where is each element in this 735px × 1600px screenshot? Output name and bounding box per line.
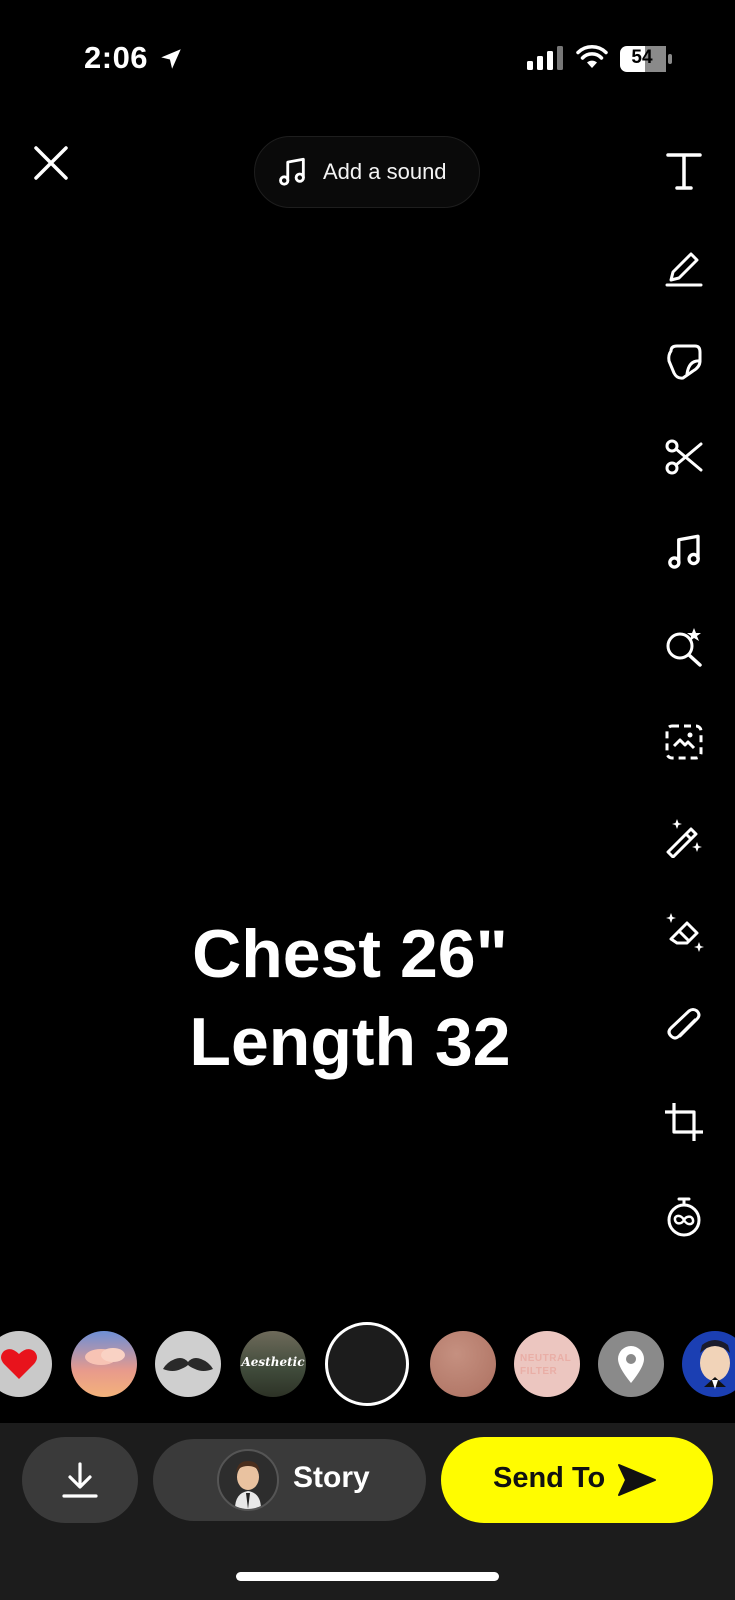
- download-icon: [62, 1462, 98, 1498]
- mustache-icon: [163, 1358, 213, 1371]
- heart-icon: [1, 1349, 37, 1379]
- lens-mustache[interactable]: [155, 1331, 221, 1397]
- text-icon: [666, 153, 702, 190]
- lens-search-icon: [666, 628, 702, 667]
- cloud-icon: [85, 1348, 125, 1365]
- avatar-icon: [235, 1461, 261, 1509]
- neutral-filter-text-2: FILTER: [520, 1366, 558, 1377]
- send-to-label: Send To: [493, 1462, 606, 1494]
- send-arrow-icon: [618, 1464, 656, 1496]
- sticker-icon: [667, 344, 702, 380]
- draw-tool-button[interactable]: [661, 244, 707, 290]
- scissors-icon: [665, 439, 703, 475]
- neutral-filter-text-1: NEUTRAL: [520, 1353, 572, 1364]
- magic-wand-icon: [666, 819, 702, 858]
- scan-tool-button[interactable]: [661, 719, 707, 765]
- lens-capture-ring[interactable]: [325, 1322, 409, 1406]
- cartoon-face-icon: [700, 1340, 730, 1389]
- timer-icon: [667, 1197, 701, 1237]
- save-download-button[interactable]: [22, 1437, 138, 1523]
- aesthetic-lens-text: Aesthetic: [241, 1355, 305, 1369]
- paperclip-icon: [667, 1008, 701, 1040]
- eraser-tool-button[interactable]: [661, 909, 707, 955]
- music-icon: [668, 534, 700, 569]
- battery-level: 54: [631, 47, 653, 68]
- status-bar: 2:06 54: [0, 0, 735, 120]
- attach-link-tool-button[interactable]: [661, 1004, 707, 1050]
- crop-tool-button[interactable]: [661, 1099, 707, 1145]
- caption-text[interactable]: Chest 26" Length 32: [150, 910, 550, 1086]
- eraser-icon: [666, 913, 704, 952]
- lens-skin-tone[interactable]: [430, 1331, 496, 1397]
- wifi-icon: [576, 45, 608, 68]
- close-icon[interactable]: [30, 142, 72, 184]
- sticker-tool-button[interactable]: [661, 339, 707, 385]
- status-time: 2:06: [84, 40, 149, 75]
- add-sound-label: Add a sound: [323, 159, 447, 184]
- lens-location[interactable]: [598, 1331, 664, 1397]
- story-label: Story: [293, 1461, 370, 1494]
- cellular-signal-icon: [527, 46, 563, 70]
- home-indicator: [236, 1572, 499, 1581]
- lens-avatar-face[interactable]: [682, 1331, 735, 1397]
- location-arrow-icon: [161, 49, 181, 69]
- location-pin-icon: [618, 1346, 644, 1383]
- music-note-icon: [279, 157, 305, 186]
- text-tool-button[interactable]: [661, 148, 707, 194]
- add-sound-button[interactable]: Add a sound: [254, 136, 480, 208]
- lens-aesthetic[interactable]: Aesthetic: [240, 1331, 306, 1397]
- magic-wand-tool-button[interactable]: [661, 814, 707, 860]
- pencil-icon: [665, 252, 703, 287]
- send-to-button[interactable]: Send To: [441, 1437, 713, 1523]
- timer-tool-button[interactable]: [661, 1194, 707, 1240]
- story-button[interactable]: Story: [153, 1439, 426, 1521]
- caption-line-1: Chest 26": [192, 916, 508, 992]
- scissors-tool-button[interactable]: [661, 434, 707, 480]
- music-tool-button[interactable]: [661, 529, 707, 575]
- crop-icon: [665, 1103, 703, 1141]
- caption-line-2: Length 32: [189, 1004, 511, 1080]
- scan-icon: [665, 724, 703, 760]
- lens-sunset-clouds[interactable]: [71, 1331, 137, 1397]
- lens-neutral-filter[interactable]: NEUTRAL FILTER: [514, 1331, 580, 1397]
- bitmoji-avatar: [217, 1449, 279, 1511]
- lens-carousel[interactable]: Aesthetic NEUTRAL FILTER: [0, 1320, 735, 1410]
- lens-search-tool-button[interactable]: [661, 624, 707, 670]
- lens-heart[interactable]: [0, 1331, 52, 1397]
